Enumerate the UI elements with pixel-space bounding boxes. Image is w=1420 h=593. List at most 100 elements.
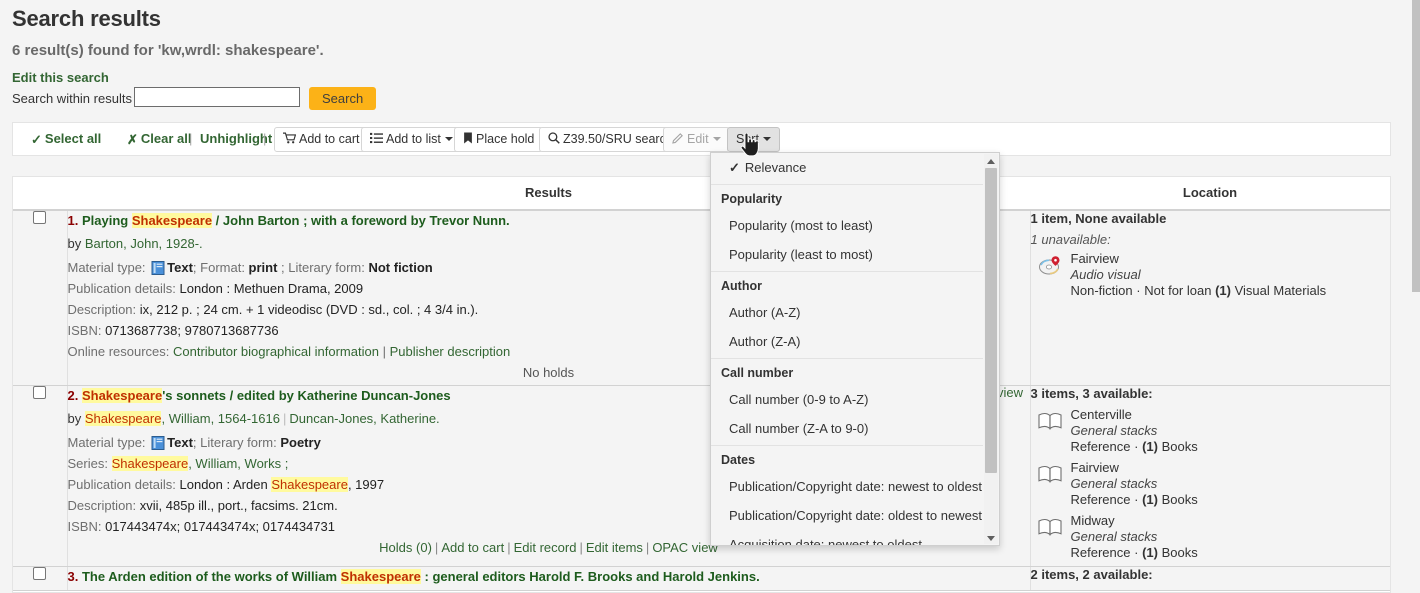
location-sub: 1 unavailable: xyxy=(1031,232,1391,247)
check-icon: ✓ xyxy=(729,160,740,175)
sort-option-relevance[interactable]: ✓Relevance xyxy=(711,153,983,182)
add-to-list-label: Add to list xyxy=(386,132,441,146)
location-status: Not for loan xyxy=(1144,283,1211,298)
location-item: Fairview General stacks Reference · (1) … xyxy=(1031,460,1391,508)
chevron-down-icon xyxy=(445,137,453,141)
publication-highlight: Shakespeare xyxy=(271,477,348,492)
book-open-icon xyxy=(1037,463,1065,485)
description-label: Description: xyxy=(68,302,140,317)
search-within-results-label: Search within results xyxy=(12,91,132,106)
author-link[interactable]: Duncan-Jones, Katherine. xyxy=(289,411,439,426)
row-checkbox[interactable] xyxy=(33,211,46,224)
sort-option-pubdate-newest[interactable]: Publication/Copyright date: newest to ol… xyxy=(711,472,983,501)
sort-option-popularity-least-to-most[interactable]: Popularity (least to most) xyxy=(711,240,983,269)
result-title-link[interactable]: The Arden edition of the works of Willia… xyxy=(82,569,760,584)
location-stack: General stacks xyxy=(1071,529,1391,545)
toolbar-separator-left: | xyxy=(189,131,192,146)
sort-dropdown-scrollbar[interactable] xyxy=(984,154,998,544)
series-highlight: Shakespeare xyxy=(112,456,189,471)
literary-form-label: ; Literary form: xyxy=(277,260,368,275)
format-value: print xyxy=(249,260,278,275)
search-within-results-input[interactable] xyxy=(134,87,300,107)
publication-label: Publication details: xyxy=(68,477,180,492)
description-label: Description: xyxy=(68,498,140,513)
location-stack: General stacks xyxy=(1071,423,1391,439)
holds-link[interactable]: Holds (0) xyxy=(379,540,432,555)
sort-option-author-az[interactable]: Author (A-Z) xyxy=(711,298,983,327)
material-type-value: Text xyxy=(167,435,193,450)
location-column-header: Location xyxy=(1030,177,1390,210)
scrollbar-thumb[interactable] xyxy=(985,168,997,473)
sort-option-popularity-most-to-least[interactable]: Popularity (most to least) xyxy=(711,211,983,240)
first-row-opac-view-link-fragment[interactable]: view xyxy=(997,385,1023,400)
sort-option-pubdate-oldest[interactable]: Publication/Copyright date: oldest to ne… xyxy=(711,501,983,530)
add-to-cart-button[interactable]: Add to cart xyxy=(274,127,368,152)
online-resource-link[interactable]: Contributor biographical information xyxy=(173,344,379,359)
place-hold-button[interactable]: Place hold xyxy=(454,127,543,152)
unhighlight-button[interactable]: Unhighlight xyxy=(200,131,272,146)
bookmark-icon xyxy=(463,129,473,152)
row-checkbox[interactable] xyxy=(33,567,46,580)
cart-icon xyxy=(283,129,296,152)
location-summary: 1 item, None available xyxy=(1031,211,1391,226)
edit-items-link[interactable]: Edit items xyxy=(586,540,643,555)
search-icon xyxy=(548,129,560,152)
sort-label: Sort xyxy=(736,132,759,146)
page-scrollbar[interactable] xyxy=(1412,0,1420,593)
title-part: Playing xyxy=(82,213,132,228)
row-checkbox[interactable] xyxy=(33,386,46,399)
clear-all-button[interactable]: ✗Clear all xyxy=(127,131,192,148)
page-title: Search results xyxy=(12,6,161,32)
sort-button[interactable]: Sort xyxy=(727,127,780,152)
author-link[interactable]: Shakespeare, William, 1564-1616 xyxy=(85,411,280,426)
author-link[interactable]: Barton, John, 1928-. xyxy=(85,236,203,251)
series-label: Series: xyxy=(68,456,112,471)
literary-form-value: Poetry xyxy=(280,435,320,450)
scroll-down-button[interactable] xyxy=(984,531,998,544)
sort-option-author-za[interactable]: Author (Z-A) xyxy=(711,327,983,356)
z3950-search-button[interactable]: Z39.50/SRU search xyxy=(539,127,682,152)
sort-option-callnumber-asc[interactable]: Call number (0-9 to A-Z) xyxy=(711,385,983,414)
material-type-label: Material type: xyxy=(68,260,150,275)
row-checkbox-cell xyxy=(13,210,67,386)
series-link[interactable]: Shakespeare, William, Works ; xyxy=(112,456,289,471)
place-hold-label: Place hold xyxy=(476,132,534,146)
book-open-icon xyxy=(1037,516,1065,538)
results-toolbar: ✓Select all ✗Clear all | Unhighlight | A… xyxy=(12,122,1391,156)
author-part: , William, 1564-1616 xyxy=(161,411,280,426)
location-cell: 2 items, 2 available: xyxy=(1030,567,1390,591)
literary-form-value: Not fiction xyxy=(368,260,432,275)
sort-option-callnumber-desc[interactable]: Call number (Z-A to 9-0) xyxy=(711,414,983,443)
online-resource-link[interactable]: Publisher description xyxy=(390,344,511,359)
result-title-link[interactable]: Shakespeare's sonnets / edited by Kather… xyxy=(82,388,451,403)
location-branch: Fairview xyxy=(1071,460,1391,476)
search-button[interactable]: Search xyxy=(309,87,376,110)
edit-record-link[interactable]: Edit record xyxy=(514,540,577,555)
scroll-up-button[interactable] xyxy=(984,154,998,167)
result-title-link[interactable]: Playing Shakespeare / John Barton ; with… xyxy=(82,213,510,228)
location-callnumber: Reference xyxy=(1071,545,1131,560)
location-callnumber: Reference xyxy=(1071,492,1131,507)
publication-value: London : Methuen Drama, 2009 xyxy=(180,281,364,296)
add-to-cart-link[interactable]: Add to cart xyxy=(441,540,504,555)
sort-option-acqdate-newest[interactable]: Acquisition date: newest to oldest xyxy=(711,530,983,545)
checkbox-column-header xyxy=(13,177,67,210)
title-highlight: Shakespeare xyxy=(132,213,212,228)
add-to-list-button[interactable]: Add to list xyxy=(361,127,462,152)
location-callnumber-line: Reference · (1) Books xyxy=(1071,545,1391,561)
location-branch: Fairview xyxy=(1071,251,1391,267)
location-count: (1) xyxy=(1142,492,1158,507)
edit-this-search-link[interactable]: Edit this search xyxy=(12,70,109,85)
edit-button[interactable]: Edit xyxy=(663,127,730,152)
opac-view-link[interactable]: OPAC view xyxy=(652,540,718,555)
location-summary: 2 items, 2 available: xyxy=(1031,567,1391,582)
publication-pre: London : Arden xyxy=(180,477,272,492)
page-scrollbar-thumb[interactable] xyxy=(1412,0,1420,292)
isbn-value: 0713687738; 9780713687736 xyxy=(105,323,279,338)
select-all-button[interactable]: ✓Select all xyxy=(31,131,101,148)
location-callnumber: Reference xyxy=(1071,439,1131,454)
sort-group-header-dates: Dates xyxy=(711,446,983,472)
material-type-value: Text xyxy=(167,260,193,275)
publication-post: , 1997 xyxy=(348,477,384,492)
toolbar-separator-right: | xyxy=(263,131,266,146)
